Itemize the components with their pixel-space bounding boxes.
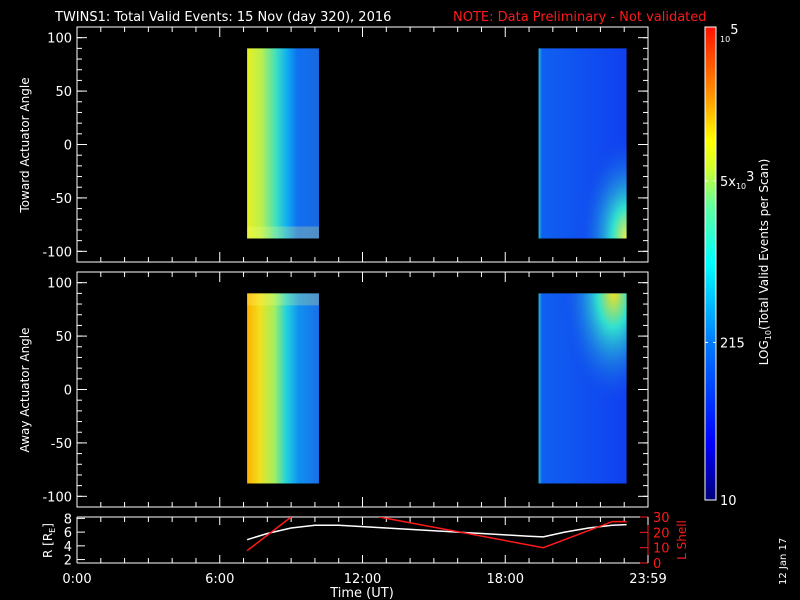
colorbar-label: LOG10(Total Valid Events per Scan) [757, 159, 773, 366]
y-tick-label: 100 [47, 32, 72, 47]
heatmap-hot-region [538, 48, 627, 239]
lshell-tick-label: 30 [653, 511, 670, 526]
time-tick-label: 6:00 [205, 572, 234, 587]
heatmap-block [247, 293, 319, 484]
y-tick-label: 0 [64, 139, 72, 154]
colorbar-gradient [704, 26, 717, 501]
y-tick-label: -100 [42, 245, 72, 260]
heatmap-block [247, 48, 319, 239]
colorbar-tick-label: 215 [720, 336, 745, 351]
twins-plot: TWINS1: Total Valid Events: 15 Nov (day … [18, 10, 789, 600]
colorbar: 105 5x103 215 10 [704, 23, 754, 509]
y-tick-label: 50 [55, 85, 72, 100]
lshell-tick-label: 10 [653, 542, 670, 557]
lshell-tick-label: 20 [653, 526, 670, 541]
y-tick-label: -50 [51, 192, 72, 207]
y-tick-label: 0 [64, 384, 72, 399]
y-tick-label: 50 [55, 330, 72, 345]
heatmap-edge-band [247, 226, 319, 239]
away-panel: 100 50 0 -50 -100 [42, 271, 649, 508]
toward-panel: 100 50 0 -50 -100 [42, 26, 649, 263]
colorbar-tick-label: 5x103 [720, 170, 754, 191]
lshell-line [246, 517, 627, 552]
radius-ylabel: R [RE] [41, 523, 57, 558]
heatmap-hot-region [538, 293, 627, 484]
date-stamp: 12 Jan 17 [778, 538, 789, 585]
heatmap-edge-band [247, 293, 319, 306]
away-ylabel: Away Actuator Angle [18, 327, 32, 452]
y-tick-label: -100 [42, 490, 72, 505]
plot-title: TWINS1: Total Valid Events: 15 Nov (day … [54, 10, 391, 25]
orbit-panel: 864230201000:00 6:00 12:00 18:00 23:59 [62, 511, 669, 587]
r-tick-label: 2 [64, 554, 72, 569]
lshell-tick-label: 0 [653, 557, 661, 572]
preliminary-note: NOTE: Data Preliminary - Not validated [453, 10, 707, 25]
time-tick-label: 18:00 [487, 572, 524, 587]
time-tick-label: 12:00 [344, 572, 381, 587]
time-tick-label: 23:59 [629, 572, 666, 587]
toward-ylabel: Toward Actuator Angle [18, 77, 32, 213]
time-xlabel: Time (UT) [329, 586, 394, 600]
y-tick-label: 100 [47, 277, 72, 292]
lshell-ylabel: L Shell [675, 520, 689, 560]
colorbar-tick-label: 105 [720, 23, 738, 44]
y-tick-label: -50 [51, 437, 72, 452]
time-tick-label: 0:00 [62, 572, 91, 587]
colorbar-tick-label: 10 [720, 494, 737, 509]
